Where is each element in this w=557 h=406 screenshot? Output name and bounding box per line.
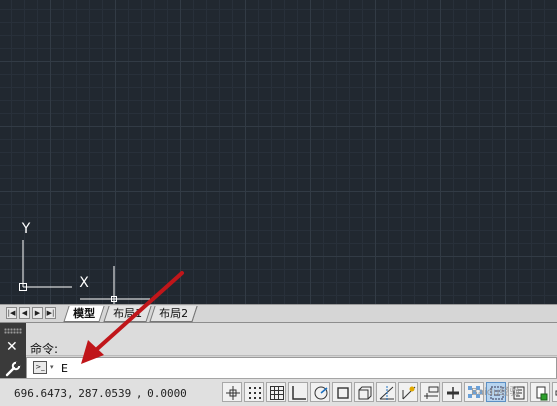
canvas-overlay: Y X: [19, 221, 150, 304]
previous-layout-button[interactable]: ◀: [19, 307, 30, 319]
polar-tracking-toggle[interactable]: [310, 382, 330, 402]
dynamic-ucs-icon: [402, 386, 416, 400]
grip-handle-icon[interactable]: [4, 328, 22, 334]
infer-constraints-toggle[interactable]: [222, 382, 242, 402]
add-button[interactable]: [552, 382, 557, 402]
crosshair-cursor: [80, 266, 150, 304]
polar-tracking-icon: [314, 386, 328, 400]
tab-model[interactable]: 模型: [63, 306, 105, 322]
tab-layout2[interactable]: 布局2: [149, 306, 198, 322]
command-prompt-icon[interactable]: >_: [33, 361, 47, 374]
annotation-monitor-icon: [536, 386, 548, 401]
command-line[interactable]: >_ ▾: [26, 357, 557, 379]
3d-object-snap-toggle[interactable]: [354, 382, 374, 402]
status-bar: 696.6473, 287.0539 , 0.0000 Baidu经验: [0, 378, 557, 406]
annotation-monitor-toggle[interactable]: [530, 382, 550, 402]
ucs-icon: Y X: [19, 221, 89, 291]
grid-display-toggle[interactable]: [266, 382, 286, 402]
watermark: Baidu经验: [471, 387, 520, 398]
lineweight-toggle[interactable]: [442, 382, 462, 402]
next-layout-button[interactable]: ▶: [32, 307, 43, 319]
command-history-text: 命令:: [30, 342, 59, 356]
object-snap-toggle[interactable]: [332, 382, 352, 402]
lineweight-icon: [447, 387, 459, 399]
command-window: ✕ 命令: >_ ▾: [0, 322, 557, 379]
dynamic-input-icon: [424, 386, 439, 399]
ortho-mode-icon: [292, 386, 306, 400]
coordinate-readout[interactable]: 696.6473, 287.0539 , 0.0000: [14, 387, 187, 400]
3d-object-snap-icon: [358, 386, 372, 400]
customize-button[interactable]: [5, 361, 21, 377]
dynamic-ucs-toggle[interactable]: [398, 382, 418, 402]
drawing-canvas[interactable]: Y X: [0, 0, 557, 304]
object-snap-tracking-icon: [379, 386, 394, 400]
grid-display-icon: [270, 386, 284, 400]
chevron-down-icon[interactable]: ▾: [50, 363, 54, 371]
last-layout-button[interactable]: ▶|: [45, 307, 56, 319]
command-window-grip[interactable]: ✕: [0, 323, 26, 379]
object-snap-icon: [337, 387, 349, 399]
infer-constraints-icon: [226, 386, 240, 400]
dynamic-input-toggle[interactable]: [420, 382, 440, 402]
ortho-mode-toggle[interactable]: [288, 382, 308, 402]
tab-layout1[interactable]: 布局1: [103, 306, 152, 322]
ucs-y-label: Y: [21, 221, 31, 237]
snap-mode-icon: [249, 387, 261, 399]
layout-tabs-bar: |◀ ◀ ▶ ▶| 模型 布局1 布局2: [0, 304, 557, 322]
first-layout-button[interactable]: |◀: [6, 307, 17, 319]
ucs-x-label: X: [79, 275, 89, 291]
object-snap-tracking-toggle[interactable]: [376, 382, 396, 402]
snap-mode-toggle[interactable]: [244, 382, 264, 402]
command-history: 命令:: [26, 323, 557, 356]
close-command-window-button[interactable]: ✕: [6, 340, 18, 354]
command-input[interactable]: [61, 359, 541, 377]
wrench-icon: [5, 361, 21, 377]
